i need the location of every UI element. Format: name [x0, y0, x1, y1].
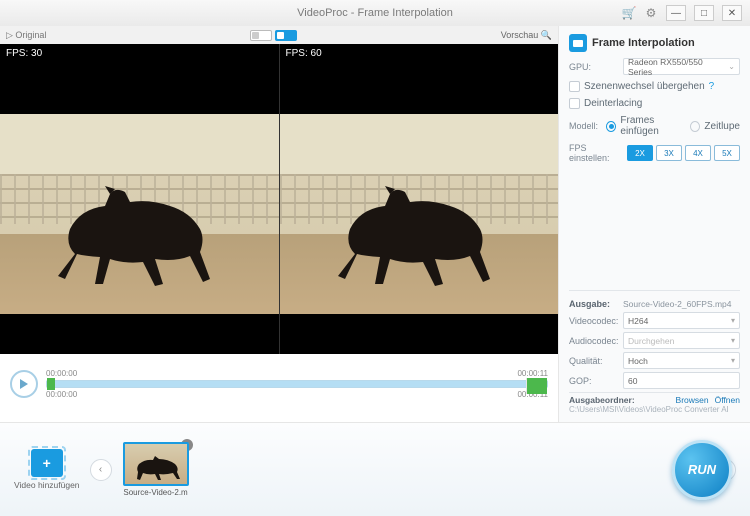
preview-panel: ▷ Original Vorschau 🔍 FPS: 30 FPS: 60: [0, 26, 558, 422]
deinterlacing-checkbox[interactable]: [569, 98, 580, 109]
quality-select[interactable]: Hoch▾: [623, 352, 740, 369]
chevron-down-icon: ⌄: [728, 62, 735, 71]
output-filename: Source-Video-2_60FPS.mp4: [623, 299, 732, 309]
output-heading: Ausgabe:: [569, 299, 619, 309]
settings-panel: Frame Interpolation GPU: Radeon RX550/55…: [558, 26, 750, 422]
bottom-bar: + Video hinzufügen ‹ ✕ Source-Video-2.m …: [0, 422, 750, 516]
timeline-track[interactable]: [46, 380, 548, 388]
toggle-original[interactable]: [250, 30, 272, 41]
radio-slowmo-label: Zeitlupe: [704, 121, 740, 132]
videocodec-label: Videocodec:: [569, 316, 619, 326]
preview-left-image: [0, 44, 279, 354]
radio-frames-insert[interactable]: [606, 121, 616, 132]
fps-left-label: FPS: 30: [6, 48, 42, 59]
model-label: Modell:: [569, 121, 602, 131]
gpu-select[interactable]: Radeon RX550/550 Series⌄: [623, 58, 740, 75]
maximize-button[interactable]: □: [694, 5, 714, 21]
fps-right-label: FPS: 60: [286, 48, 322, 59]
quality-label: Qualität:: [569, 356, 619, 366]
help-icon[interactable]: ?: [709, 81, 715, 92]
output-path: C:\Users\MSI\Videos\VideoProc Converter …: [569, 405, 740, 414]
timeline[interactable]: 00:00:00 00:00:11 00:00:00 00:00:11: [46, 369, 548, 399]
close-button[interactable]: ✕: [722, 5, 742, 21]
add-video-icon: +: [31, 449, 63, 477]
radio-slowmo[interactable]: [690, 121, 700, 132]
fps-3x[interactable]: 3X: [656, 145, 682, 161]
panel-title: Frame Interpolation: [569, 34, 740, 52]
cart-icon[interactable]: 🛒: [622, 6, 636, 20]
open-link[interactable]: Öffnen: [715, 395, 740, 405]
add-video-button[interactable]: + Video hinzufügen: [14, 449, 80, 490]
titlebar-controls: 🛒 ⚙ — □ ✕: [622, 5, 742, 21]
settings-icon[interactable]: ⚙: [644, 6, 658, 20]
preview-label[interactable]: Vorschau 🔍: [501, 30, 552, 41]
deinterlacing-label: Deinterlacing: [584, 98, 642, 109]
compare-toggle-group: [250, 30, 297, 41]
trim-handle-left[interactable]: [47, 378, 55, 390]
trim-start: 00:00:00: [46, 390, 77, 399]
audiocodec-label: Audiocodec:: [569, 336, 619, 346]
trim-handle-right[interactable]: [526, 378, 547, 394]
output-folder-label: Ausgabeordner:: [569, 395, 635, 405]
gop-label: GOP:: [569, 376, 619, 386]
time-start: 00:00:00: [46, 369, 77, 378]
videocodec-select[interactable]: H264▾: [623, 312, 740, 329]
browse-link[interactable]: Browsen: [676, 395, 709, 405]
preview-right: FPS: 60: [280, 44, 559, 354]
original-label: ▷ Original: [6, 30, 46, 41]
fps-set-label: FPS einstellen:: [569, 143, 623, 163]
thumb-nav-prev[interactable]: ‹: [90, 459, 112, 481]
scene-skip-checkbox[interactable]: [569, 81, 580, 92]
scene-skip-label: Szenenwechsel übergehen: [584, 81, 705, 92]
compare-bar: ▷ Original Vorschau 🔍: [0, 26, 558, 44]
preview-split: FPS: 30 FPS: 60: [0, 44, 558, 354]
toggle-preview[interactable]: [275, 30, 297, 41]
fps-2x[interactable]: 2X: [627, 145, 653, 161]
fps-buttons: 2X 3X 4X 5X: [627, 145, 740, 161]
app-title: VideoProc - Frame Interpolation: [297, 7, 453, 19]
main-area: ▷ Original Vorschau 🔍 FPS: 30 FPS: 60: [0, 26, 750, 422]
run-button[interactable]: RUN: [672, 440, 732, 500]
play-button[interactable]: [10, 370, 38, 398]
output-section: Ausgabe: Source-Video-2_60FPS.mp4 Videoc…: [569, 299, 740, 414]
minimize-button[interactable]: —: [666, 5, 686, 21]
preview-right-image: [280, 44, 559, 354]
time-end: 00:00:11: [517, 369, 548, 378]
video-thumbnail[interactable]: ✕ Source-Video-2.m: [122, 442, 190, 497]
radio-frames-insert-label: Frames einfügen: [620, 115, 686, 137]
audiocodec-select[interactable]: Durchgehen▾: [623, 332, 740, 349]
fps-5x[interactable]: 5X: [714, 145, 740, 161]
gop-input[interactable]: 60: [623, 372, 740, 389]
playbar: 00:00:00 00:00:11 00:00:00 00:00:11: [0, 354, 558, 414]
gpu-label: GPU:: [569, 62, 619, 72]
fps-4x[interactable]: 4X: [685, 145, 711, 161]
titlebar: VideoProc - Frame Interpolation 🛒 ⚙ — □ …: [0, 0, 750, 26]
frame-interp-icon: [569, 34, 587, 52]
thumbnail-image[interactable]: [123, 442, 189, 486]
preview-left: FPS: 30: [0, 44, 280, 354]
thumbnail-name: Source-Video-2.m: [123, 488, 189, 497]
add-video-label: Video hinzufügen: [14, 480, 80, 490]
